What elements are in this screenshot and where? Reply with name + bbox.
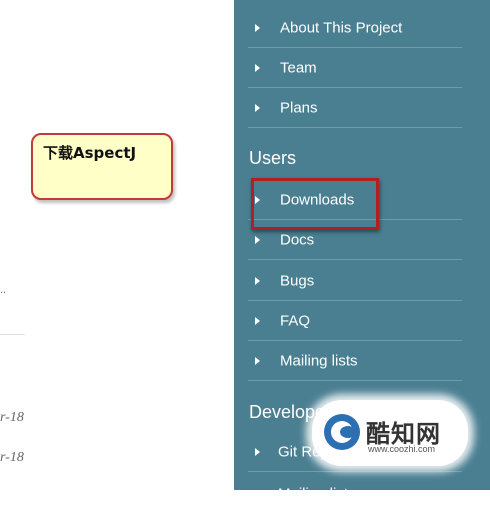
sidebar-item-about[interactable]: About This Project (248, 8, 462, 48)
sidebar-item-mailing-lists[interactable]: Mailing lists (248, 341, 462, 381)
sidebar-item-label: Mailing lists (280, 352, 358, 369)
truncated-link[interactable]: .. (0, 284, 6, 296)
callout-text: 下载AspectJ (43, 144, 137, 162)
sidebar-item-team[interactable]: Team (248, 48, 462, 88)
caret-right-icon (255, 276, 260, 285)
caret-right-icon (255, 490, 260, 498)
sidebar-item-label: Plans (280, 99, 318, 116)
date-fragment-2: r-18 (0, 450, 24, 465)
sidebar-item-label: Mailing lists (278, 485, 356, 503)
downloads-highlight-frame (251, 178, 379, 230)
caret-right-icon (255, 235, 260, 244)
sidebar-item-plans[interactable]: Plans (248, 88, 462, 128)
users-heading: Users (249, 148, 297, 168)
coozhi-logo-icon (324, 414, 360, 450)
caret-right-icon (255, 23, 260, 32)
sidebar-item-label: About This Project (280, 19, 403, 36)
sidebar-item-label: Team (280, 59, 317, 76)
download-callout-note: 下载AspectJ (31, 133, 173, 200)
watermark-url: www.coozhi.com (368, 444, 436, 454)
date-fragment-1: r-18 (0, 410, 24, 425)
coozhi-watermark: 酷知网 www.coozhi.com (312, 400, 468, 466)
sidebar-item-label: Docs (280, 231, 315, 248)
sidebar-item-faq[interactable]: FAQ (248, 301, 462, 341)
caret-right-icon (255, 103, 260, 112)
caret-right-icon (255, 356, 260, 365)
content-divider (0, 334, 25, 335)
sidebar-item-dev-mailing-lists[interactable]: Mailing lists (248, 474, 462, 514)
main-content-pane: .. r-18 r-18 (0, 0, 234, 490)
sidebar-item-label: Bugs (280, 272, 315, 289)
caret-right-icon (255, 447, 260, 456)
sidebar-item-label: FAQ (280, 312, 311, 329)
sidebar-item-bugs[interactable]: Bugs (248, 261, 462, 301)
caret-right-icon (255, 63, 260, 72)
caret-right-icon (255, 316, 260, 325)
